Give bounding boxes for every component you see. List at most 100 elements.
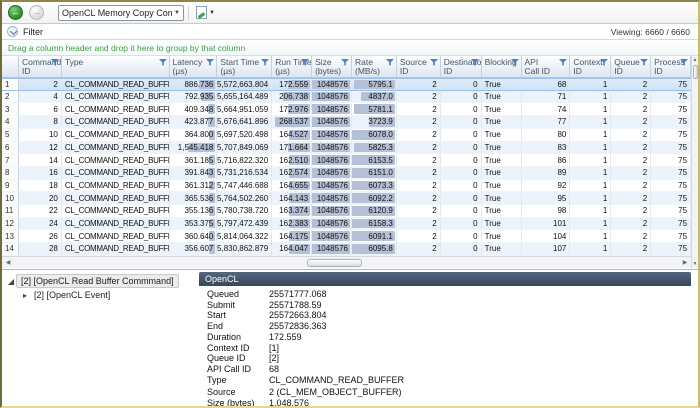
cell-latency: 364.800 (170, 129, 218, 141)
table-row[interactable]: 1122CL_COMMAND_READ_BUFFER355.13625,780,… (2, 205, 691, 218)
column-header-size[interactable]: Size(bytes) (312, 56, 352, 77)
cell-source-id: 2 (397, 230, 441, 242)
column-header-api-call-id[interactable]: APICall ID (522, 56, 571, 77)
column-header-start-time[interactable]: Start Time(µs) (217, 56, 272, 77)
cell-command-id: 2 (19, 79, 62, 90)
column-header-unit: ID (444, 67, 478, 76)
filter-funnel-icon[interactable] (206, 59, 214, 66)
scroll-right-icon[interactable]: ▶ (679, 259, 691, 266)
scroll-left-icon[interactable]: ◀ (2, 259, 14, 266)
filter-funnel-icon[interactable] (301, 59, 309, 66)
cell-rownum: 12 (2, 218, 19, 230)
vertical-scroll-thumb[interactable] (693, 65, 698, 79)
filter-funnel-icon[interactable] (600, 59, 608, 66)
property-value: CL_COMMAND_READ_BUFFER (269, 375, 404, 386)
table-row[interactable]: 816CL_COMMAND_READ_BUFFER391.84325,731,2… (2, 167, 691, 180)
filter-funnel-icon[interactable] (471, 59, 479, 66)
table-row[interactable]: 48CL_COMMAND_READ_BUFFER423.87725,676,64… (2, 116, 691, 129)
table-row[interactable]: 24CL_COMMAND_READ_BUFFER792.93525,655,16… (2, 91, 691, 104)
column-header-unit: (bytes) (315, 67, 348, 76)
back-button[interactable]: ← (8, 5, 23, 20)
tree-collapsed-icon[interactable]: ▸ (20, 291, 30, 300)
cell-queue-id: 2 (611, 91, 651, 103)
cell-api-call-id: 77 (522, 116, 571, 128)
cell-size: 1048576 (312, 154, 352, 166)
filter-funnel-icon[interactable] (159, 59, 167, 66)
table-row[interactable]: 12CL_COMMAND_READ_BUFFER886.73625,572,66… (2, 78, 691, 91)
property-value: [2] (269, 353, 279, 364)
tree-item-label: [2] [OpenCL Read Buffer Commmand] (16, 274, 179, 288)
filter-funnel-icon[interactable] (51, 59, 59, 66)
filter-funnel-icon[interactable] (341, 59, 349, 66)
filter-funnel-icon[interactable] (511, 59, 519, 66)
cell-process-id: 75 (651, 154, 691, 166)
column-header-process-id[interactable]: ProcessID (651, 56, 691, 77)
export-button[interactable]: ▼ (193, 4, 218, 22)
cell-process-id: 75 (651, 180, 691, 192)
cell-run-time: 172.976 (272, 103, 312, 115)
column-header-unit: Call ID (525, 67, 567, 76)
horizontal-scroll-thumb[interactable] (307, 259, 362, 267)
cell-run-time: 164.527 (272, 129, 312, 141)
filter-funnel-icon[interactable] (680, 59, 688, 66)
column-header-command-id[interactable]: CommandID (19, 56, 62, 77)
filter-funnel-icon[interactable] (559, 59, 567, 66)
cell-rate: 6095.8 (352, 243, 397, 255)
table-row[interactable]: 612CL_COMMAND_READ_BUFFER1,545.41825,707… (2, 142, 691, 155)
cell-type: CL_COMMAND_READ_BUFFER (62, 243, 170, 255)
table-row[interactable]: 1224CL_COMMAND_READ_BUFFER353.37525,797,… (2, 218, 691, 231)
table-row[interactable]: 36CL_COMMAND_READ_BUFFER409.34825,664,95… (2, 103, 691, 116)
filter-funnel-icon[interactable] (640, 59, 648, 66)
filter-collapse-icon[interactable] (7, 26, 18, 37)
table-row[interactable]: 1428CL_COMMAND_READ_BUFFER356.60725,830,… (2, 243, 691, 256)
property-label: Size (bytes) (207, 398, 269, 408)
vertical-scrollbar[interactable]: ▲ ▼ (691, 56, 698, 268)
column-header-source-id[interactable]: SourceID (397, 56, 441, 77)
cell-latency: 365.536 (170, 192, 218, 204)
column-header-latency[interactable]: Latency(µs) (170, 56, 218, 77)
filter-funnel-icon[interactable] (261, 59, 269, 66)
column-header-blocking[interactable]: Blocking (482, 56, 522, 77)
cell-destination-id: 0 (441, 129, 482, 141)
command-type-select[interactable]: OpenCL Memory Copy Commands ▼ (58, 5, 184, 21)
property-value: [1] (269, 343, 279, 354)
tree-expanded-icon[interactable]: ◢ (6, 277, 16, 286)
table-row[interactable]: 1020CL_COMMAND_READ_BUFFER365.53625,764,… (2, 192, 691, 205)
scroll-down-icon[interactable]: ▼ (692, 260, 698, 268)
cell-size: 1048576 (312, 103, 352, 115)
cell-run-time: 206.738 (272, 91, 312, 103)
column-header-rate[interactable]: Rate(MB/s) (352, 56, 397, 77)
cell-queue-id: 2 (611, 103, 651, 115)
group-by-bar[interactable]: Drag a column header and drop it here to… (2, 40, 698, 56)
forward-button[interactable]: → (29, 5, 44, 20)
column-header-run-time[interactable]: Run Time(µs) (272, 56, 312, 77)
tree-item[interactable]: ▸[2] [OpenCL Event] (2, 288, 198, 302)
cell-command-id: 24 (19, 218, 62, 230)
cell-blocking: True (482, 192, 522, 204)
scroll-up-icon[interactable]: ▲ (692, 56, 698, 64)
column-header-context-id[interactable]: ContextID (570, 56, 611, 77)
table-row[interactable]: 510CL_COMMAND_READ_BUFFER364.80025,697,5… (2, 129, 691, 142)
table-row[interactable]: 918CL_COMMAND_READ_BUFFER361.31225,747,4… (2, 180, 691, 193)
details-pane: ◢[2] [OpenCL Read Buffer Commmand]▸[2] [… (2, 269, 698, 406)
cell-start-time: 25,716,822.320 (217, 154, 272, 166)
filter-funnel-icon[interactable] (386, 59, 394, 66)
cell-size: 1048576 (312, 180, 352, 192)
cell-command-id: 20 (19, 192, 62, 204)
column-header-destination-id[interactable]: DestinationID (441, 56, 482, 77)
cell-destination-id: 0 (441, 218, 482, 230)
filter-funnel-icon[interactable] (430, 59, 438, 66)
horizontal-scrollbar[interactable]: ◀ ▶ (2, 256, 691, 268)
cell-context-id: 1 (570, 154, 611, 166)
column-header-type[interactable]: Type (62, 56, 170, 77)
cell-context-id: 1 (570, 91, 611, 103)
property-row: Source2 (CL_MEM_OBJECT_BUFFER) (207, 387, 691, 398)
table-row[interactable]: 714CL_COMMAND_READ_BUFFER361.18525,716,8… (2, 154, 691, 167)
property-row: TypeCL_COMMAND_READ_BUFFER (207, 375, 691, 386)
chevron-down-icon: ▼ (174, 10, 180, 16)
column-header-queue-id[interactable]: QueueID (611, 56, 651, 77)
filter-label[interactable]: Filter (23, 27, 43, 37)
table-row[interactable]: 1326CL_COMMAND_READ_BUFFER360.64025,814,… (2, 230, 691, 243)
tree-item[interactable]: ◢[2] [OpenCL Read Buffer Commmand] (2, 274, 198, 288)
cell-process-id: 75 (651, 230, 691, 242)
